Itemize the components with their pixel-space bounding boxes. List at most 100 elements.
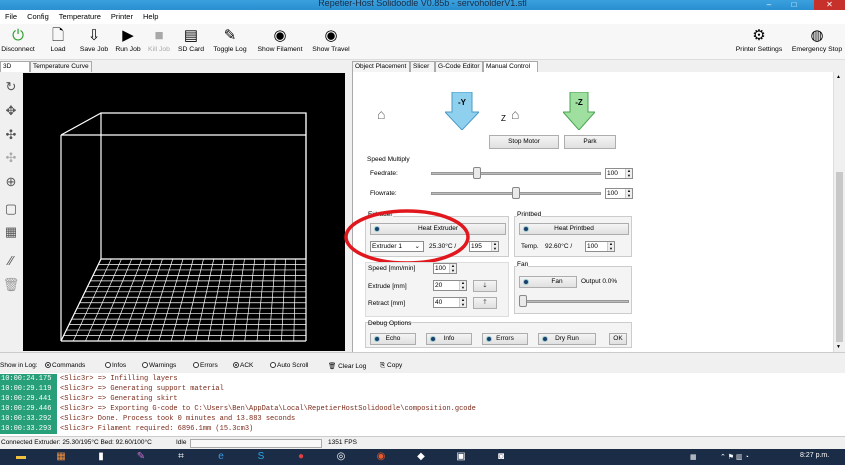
keyboard-icon[interactable]: ▦	[690, 453, 697, 461]
run-job-button[interactable]: ▶ Run Job	[113, 26, 143, 53]
info-button[interactable]: Info	[426, 333, 472, 345]
retract-up-button[interactable]: 🡑	[473, 297, 497, 309]
feedrate-spinner[interactable]: 100 ▲ ▼	[605, 168, 633, 179]
menu-config[interactable]: Config	[22, 10, 54, 24]
flowrate-slider-thumb[interactable]	[512, 187, 520, 199]
extrude-label: Extrude [mm]	[368, 283, 407, 290]
move-object-icon[interactable]: ✣	[2, 126, 20, 144]
move-disabled-icon[interactable]: ✣	[2, 149, 20, 167]
emergency-stop-icon: ◍	[810, 27, 824, 44]
zoom-icon[interactable]: ⊕	[2, 173, 20, 191]
feedrate-slider-thumb[interactable]	[472, 167, 481, 179]
scroll-down-icon[interactable]: ▼	[836, 344, 841, 350]
heat-printbed-button[interactable]: Heat Printbed	[519, 223, 629, 235]
internet-explorer-icon[interactable]: e	[210, 451, 232, 463]
emergency-stop-button[interactable]: ◍ Emergency Stop	[789, 26, 845, 53]
retract-spinner[interactable]: 40 ▲ ▼	[433, 297, 467, 308]
tab-gcode-editor[interactable]: G-Code Editor	[435, 61, 483, 72]
skype-icon[interactable]: S	[250, 451, 272, 463]
printbed-target-spinner[interactable]: 100 ▲ ▼	[585, 241, 615, 252]
kill-job-button[interactable]: ■ Kill Job	[146, 26, 172, 53]
scroll-thumb[interactable]	[836, 172, 843, 342]
tab-manual-control[interactable]: Manual Control	[483, 61, 538, 72]
scroll-up-icon[interactable]: ▲	[836, 74, 841, 80]
warnings-radio[interactable]: Warnings	[142, 362, 176, 369]
echo-button[interactable]: Echo	[370, 333, 416, 345]
sd-card-icon: ▤	[183, 27, 199, 44]
chrome-icon[interactable]: ◉	[370, 451, 392, 463]
clear-log-button[interactable]: 🗑 Clear Log	[328, 362, 366, 370]
folder-icon[interactable]: ▬	[10, 451, 32, 463]
camera-icon[interactable]: ◎	[330, 451, 352, 463]
fan-slider-thumb[interactable]	[519, 295, 527, 307]
dry-run-button[interactable]: Dry Run	[538, 333, 596, 345]
maximize-button[interactable]: □	[785, 0, 803, 10]
menu-file[interactable]: File	[0, 10, 22, 24]
view-tools: ↻ ✥ ✣ ✣ ⊕ ▢ ▦ ⁄⁄ 🗑	[0, 72, 22, 352]
extrude-spinner[interactable]: 20 ▲ ▼	[433, 280, 467, 291]
toggle-log-button[interactable]: ✎ Toggle Log	[210, 26, 250, 53]
log-row: 10:00:24.175 <Slic3r> => Infilling layers	[0, 374, 178, 384]
tab-object-placement[interactable]: Object Placement	[352, 61, 410, 72]
fan-slider[interactable]	[519, 300, 629, 303]
printer-settings-button[interactable]: ⚙ Printer Settings	[732, 26, 786, 53]
show-travel-button[interactable]: ◉ Show Travel	[309, 26, 353, 53]
minus-z-label: -Z	[575, 98, 583, 107]
tab-slicer[interactable]: Slicer	[410, 61, 435, 72]
explorer-icon[interactable]: ▣	[450, 451, 472, 463]
move-icon[interactable]: ✥	[2, 102, 20, 120]
paint-icon[interactable]: ✎	[130, 451, 152, 463]
menu-temperature[interactable]: Temperature	[54, 10, 106, 24]
fan-group: Fan Fan Output 0.0%	[514, 261, 632, 314]
view-front-icon[interactable]: ▢	[2, 200, 20, 218]
3d-viewport[interactable]	[23, 73, 345, 351]
auto-scroll-radio[interactable]: Auto Scroll	[270, 362, 308, 369]
commands-radio[interactable]: Commands	[45, 362, 85, 369]
close-button[interactable]: ✕	[814, 0, 845, 10]
show-filament-button[interactable]: ◉ Show Filament	[254, 26, 306, 53]
ack-radio[interactable]: ACK	[233, 362, 253, 369]
flowrate-label: Flowrate:	[370, 190, 397, 197]
feedrate-slider[interactable]	[431, 172, 601, 175]
extrude-down-button[interactable]: 🡓	[473, 280, 497, 292]
app-window-icon[interactable]: ◙	[490, 451, 512, 463]
sd-card-button[interactable]: ▤ SD Card	[176, 26, 206, 53]
load-button[interactable]: 🗋 Load	[45, 26, 71, 53]
ok-button[interactable]: OK	[609, 333, 627, 345]
printbed-title: Printbed	[517, 211, 542, 218]
disconnect-button[interactable]: ⏻ Disconnect	[0, 26, 36, 53]
menu-printer[interactable]: Printer	[106, 10, 138, 24]
grid-icon[interactable]: ▦	[2, 223, 20, 241]
trash-icon[interactable]: 🗑	[2, 276, 20, 294]
document-icon[interactable]: ▮	[90, 451, 112, 463]
rotate-icon[interactable]: ↻	[2, 78, 20, 96]
menu-help[interactable]: Help	[138, 10, 163, 24]
flowrate-spinner[interactable]: 100 ▲ ▼	[605, 188, 633, 199]
home-z-icon[interactable]: ⌂	[511, 106, 519, 122]
manual-scrollbar[interactable]: ▲ ▼	[833, 72, 845, 352]
repetier-icon[interactable]: ◆	[410, 451, 432, 463]
system-tray-icons[interactable]: ⌃ ⚑ ▥ ◔	[720, 453, 749, 461]
fan-led-icon	[523, 279, 529, 285]
printbed-temp: 92.60°C /	[545, 243, 573, 250]
app-icon[interactable]: ▦	[50, 451, 72, 463]
media-icon[interactable]: ●	[290, 451, 312, 463]
errors-button[interactable]: Errors	[482, 333, 528, 345]
park-button[interactable]: Park	[564, 135, 616, 149]
home-icon[interactable]: ⌂	[377, 106, 385, 122]
infos-radio[interactable]: Infos	[105, 362, 126, 369]
errors-radio[interactable]: Errors	[193, 362, 218, 369]
slash-icon[interactable]: ⁄⁄	[2, 252, 20, 270]
minimize-button[interactable]: –	[760, 0, 778, 10]
stop-motor-button[interactable]: Stop Motor	[489, 135, 559, 149]
move-z-minus-arrow[interactable]: -Z	[563, 92, 595, 130]
move-y-minus-arrow[interactable]: -Y	[445, 92, 479, 130]
save-job-button[interactable]: ⇩ Save Job	[78, 26, 110, 53]
fan-button[interactable]: Fan	[519, 276, 577, 288]
extruder-target-spinner[interactable]: 195 ▲ ▼	[469, 241, 499, 252]
copy-button[interactable]: ⎘ Copy	[380, 362, 402, 370]
tab-3d-view[interactable]: 3D View	[0, 61, 30, 80]
tab-temperature-curve[interactable]: Temperature Curve	[30, 61, 92, 72]
speed-spinner[interactable]: 100 ▲ ▼	[433, 263, 457, 274]
printer-icon[interactable]: ⌗	[170, 451, 192, 463]
